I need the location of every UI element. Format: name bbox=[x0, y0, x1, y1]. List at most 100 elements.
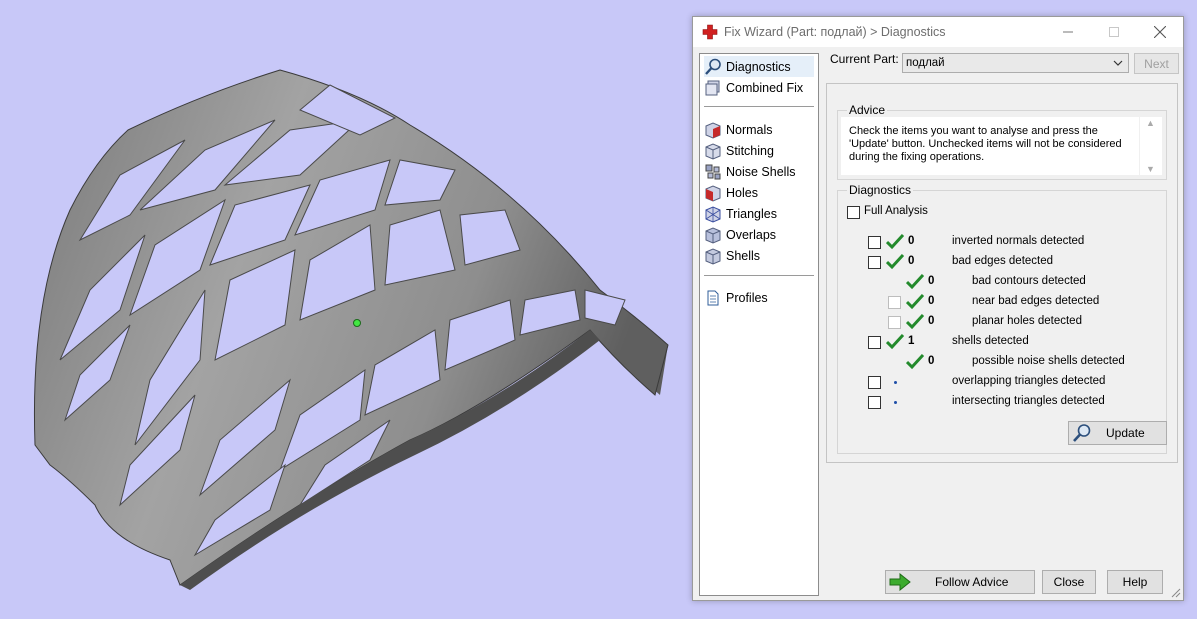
magnifier-icon bbox=[704, 58, 722, 76]
overlapping-triangles-label: overlapping triangles detected bbox=[952, 375, 1106, 387]
nav-item-noise-shells[interactable]: Noise Shells bbox=[704, 161, 795, 182]
advice-group: Advice Check the items you want to analy… bbox=[837, 103, 1167, 180]
close-icon bbox=[1154, 26, 1166, 38]
update-label: Update bbox=[1106, 426, 1145, 440]
help-button[interactable]: Help bbox=[1107, 570, 1163, 594]
magnifier-icon bbox=[1073, 424, 1091, 442]
nav-item-combined-fix[interactable]: Combined Fix bbox=[704, 77, 803, 98]
nav-label: Profiles bbox=[726, 290, 768, 305]
near-bad-edges-checkbox[interactable] bbox=[888, 296, 901, 309]
check-icon bbox=[886, 334, 904, 350]
planar-holes-count: 0 bbox=[928, 315, 935, 327]
nav-label: Shells bbox=[726, 248, 761, 263]
scroll-down-icon[interactable]: ▼ bbox=[1146, 164, 1155, 174]
chevron-down-icon bbox=[1113, 60, 1123, 66]
nav-label: Holes bbox=[726, 185, 758, 200]
holes-cube-icon bbox=[704, 184, 722, 202]
wizard-navigation: Diagnostics Combined Fix Normals Stitchi… bbox=[699, 53, 819, 596]
maximize-icon bbox=[1109, 27, 1119, 37]
nav-item-holes[interactable]: Holes bbox=[704, 182, 758, 203]
nav-label: Normals bbox=[726, 122, 773, 137]
nav-item-stitching[interactable]: Stitching bbox=[704, 140, 774, 161]
bad-contours-label: bad contours detected bbox=[972, 275, 1086, 287]
scroll-up-icon[interactable]: ▲ bbox=[1146, 118, 1155, 128]
3d-viewport[interactable] bbox=[0, 0, 692, 619]
advice-scrollbar[interactable]: ▲ ▼ bbox=[1140, 117, 1162, 175]
planar-holes-label: planar holes detected bbox=[972, 315, 1082, 327]
triangles-cube-icon bbox=[704, 205, 722, 223]
nav-label: Diagnostics bbox=[726, 59, 791, 74]
nav-label: Triangles bbox=[726, 206, 777, 221]
inverted-normals-checkbox[interactable] bbox=[868, 236, 881, 249]
bad-contours-count: 0 bbox=[928, 275, 935, 287]
3d-model[interactable] bbox=[0, 0, 692, 619]
intersecting-triangles-checkbox[interactable] bbox=[868, 396, 881, 409]
check-icon bbox=[906, 274, 924, 290]
stitching-cube-icon bbox=[704, 142, 722, 160]
overlapping-triangles-checkbox[interactable] bbox=[868, 376, 881, 389]
noise-shells-count: 0 bbox=[928, 355, 935, 367]
nav-label: Combined Fix bbox=[726, 80, 804, 95]
minimize-button[interactable] bbox=[1045, 17, 1091, 47]
green-arrow-icon bbox=[889, 573, 911, 591]
inverted-normals-label: inverted normals detected bbox=[952, 235, 1085, 247]
diagnostics-panel: Advice Check the items you want to analy… bbox=[826, 83, 1178, 463]
red-cross-icon bbox=[702, 24, 718, 40]
nav-item-profiles[interactable]: Profiles bbox=[704, 287, 768, 308]
shells-label: shells detected bbox=[952, 335, 1029, 347]
check-icon bbox=[906, 314, 924, 330]
noise-shells-label: possible noise shells detected bbox=[972, 355, 1125, 367]
cube-stack-icon bbox=[704, 79, 722, 97]
current-part-label: Current Part: bbox=[830, 52, 899, 66]
full-analysis-label: Full Analysis bbox=[864, 205, 928, 217]
nav-item-triangles[interactable]: Triangles bbox=[704, 203, 777, 224]
document-icon bbox=[704, 289, 722, 307]
nav-label: Overlaps bbox=[726, 227, 777, 242]
planar-holes-checkbox[interactable] bbox=[888, 316, 901, 329]
nav-item-normals[interactable]: Normals bbox=[704, 119, 773, 140]
pending-dot-icon bbox=[894, 381, 897, 384]
minimize-icon bbox=[1063, 31, 1073, 33]
bad-edges-checkbox[interactable] bbox=[868, 256, 881, 269]
advice-title: Advice bbox=[847, 103, 888, 117]
bad-edges-count: 0 bbox=[908, 255, 915, 267]
noise-shells-icon bbox=[704, 163, 722, 181]
shells-cube-icon bbox=[704, 247, 722, 265]
check-icon bbox=[886, 254, 904, 270]
nav-separator bbox=[704, 275, 814, 276]
fix-wizard-dialog: Fix Wizard (Part: подлай) > Diagnostics … bbox=[692, 16, 1184, 601]
window-title: Fix Wizard (Part: подлай) > Diagnostics bbox=[724, 25, 946, 39]
maximize-button[interactable] bbox=[1091, 17, 1137, 47]
check-icon bbox=[906, 294, 924, 310]
nav-item-shells[interactable]: Shells bbox=[704, 245, 760, 266]
resize-grip-icon[interactable] bbox=[1171, 588, 1181, 598]
intersecting-triangles-label: intersecting triangles detected bbox=[952, 395, 1105, 407]
normals-cube-icon bbox=[704, 121, 722, 139]
update-button[interactable]: Update bbox=[1068, 421, 1167, 445]
advice-text: Check the items you want to analyse and … bbox=[841, 117, 1139, 175]
near-bad-edges-count: 0 bbox=[928, 295, 935, 307]
bad-edges-label: bad edges detected bbox=[952, 255, 1054, 267]
current-part-value: подлай bbox=[906, 57, 945, 69]
diagnostics-group: Diagnostics Full Analysis 0 inverted nor… bbox=[837, 183, 1167, 454]
full-analysis-checkbox[interactable] bbox=[847, 206, 860, 219]
follow-advice-label: Follow Advice bbox=[935, 575, 1009, 589]
diagnostics-title: Diagnostics bbox=[847, 183, 914, 197]
nav-item-overlaps[interactable]: Overlaps bbox=[704, 224, 776, 245]
close-button[interactable]: Close bbox=[1042, 570, 1096, 594]
pending-dot-icon bbox=[894, 401, 897, 404]
nav-label: Noise Shells bbox=[726, 164, 796, 179]
current-part-select[interactable]: подлай bbox=[902, 53, 1129, 73]
inverted-normals-count: 0 bbox=[908, 235, 915, 247]
check-icon bbox=[906, 354, 924, 370]
overlaps-cube-icon bbox=[704, 226, 722, 244]
nav-item-diagnostics[interactable]: Diagnostics bbox=[704, 56, 814, 77]
check-icon bbox=[886, 234, 904, 250]
next-button[interactable]: Next bbox=[1134, 53, 1179, 74]
title-bar[interactable]: Fix Wizard (Part: подлай) > Diagnostics bbox=[693, 17, 1183, 47]
shells-count: 1 bbox=[908, 335, 915, 347]
nav-label: Stitching bbox=[726, 143, 774, 158]
follow-advice-button[interactable]: Follow Advice bbox=[885, 570, 1035, 594]
shells-checkbox[interactable] bbox=[868, 336, 881, 349]
close-window-button[interactable] bbox=[1137, 17, 1183, 47]
